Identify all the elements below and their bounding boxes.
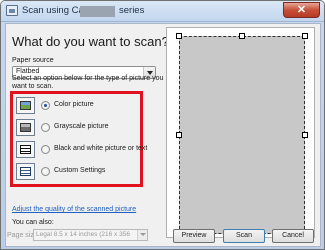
resize-handle-top-right[interactable] — [302, 33, 308, 39]
option-label: Custom Settings — [54, 167, 106, 174]
color-picture-icon — [16, 97, 35, 114]
scan-region-selection[interactable] — [179, 36, 305, 234]
custom-settings-icon — [16, 163, 35, 180]
page-size-value: Legal 8.5 x 14 inches (216 x 356 — [36, 231, 130, 238]
title-bar[interactable]: Scan using Canon series ✕ — [1, 1, 324, 22]
scan-preview-pane — [166, 27, 315, 238]
option-label: Color picture — [54, 101, 94, 108]
cancel-button[interactable]: Cancel — [272, 229, 314, 243]
page-title: What do you want to scan? — [12, 34, 169, 49]
scan-button[interactable]: Scan — [223, 229, 265, 243]
option-custom-settings[interactable]: Custom Settings — [16, 163, 140, 181]
instruction-text-line2: want to scan. — [12, 83, 54, 90]
chevron-down-icon — [137, 230, 147, 240]
grayscale-picture-icon — [16, 119, 35, 136]
option-grayscale-picture[interactable]: Grayscale picture — [16, 119, 140, 137]
option-black-white-picture[interactable]: Black and white picture or text — [16, 141, 147, 159]
redacted-model-name — [80, 6, 115, 17]
resize-handle-top[interactable] — [239, 33, 245, 39]
page-size-select: Legal 8.5 x 14 inches (216 x 356 — [33, 229, 148, 241]
black-white-picture-icon — [16, 141, 35, 158]
paper-source-label: Paper source — [12, 57, 54, 64]
close-button[interactable]: ✕ — [283, 2, 320, 18]
option-label: Black and white picture or text — [54, 145, 148, 152]
resize-handle-left[interactable] — [176, 132, 182, 138]
grayscale-picture-radio[interactable] — [41, 123, 50, 132]
resize-handle-top-left[interactable] — [176, 33, 182, 39]
instruction-text-line1: Select an option below for the type of p… — [12, 75, 164, 82]
black-white-picture-radio[interactable] — [41, 145, 50, 154]
preview-button[interactable]: Preview — [173, 229, 215, 243]
scanner-app-icon — [6, 5, 18, 16]
you-can-also-label: You can also: — [12, 219, 54, 226]
adjust-quality-link[interactable]: Adjust the quality of the scanned pictur… — [12, 206, 136, 213]
scan-dialog-window: Scan using Canon series ✕ What do you wa… — [0, 0, 325, 250]
dialog-client-area: What do you want to scan? Paper source F… — [5, 23, 321, 247]
option-label: Grayscale picture — [54, 123, 109, 130]
custom-settings-radio[interactable] — [41, 167, 50, 176]
option-color-picture[interactable]: Color picture — [16, 97, 140, 115]
color-picture-radio[interactable] — [41, 101, 50, 110]
resize-handle-right[interactable] — [302, 132, 308, 138]
paper-source-value: Flatbed — [16, 68, 40, 75]
window-title-suffix: series — [119, 5, 145, 16]
